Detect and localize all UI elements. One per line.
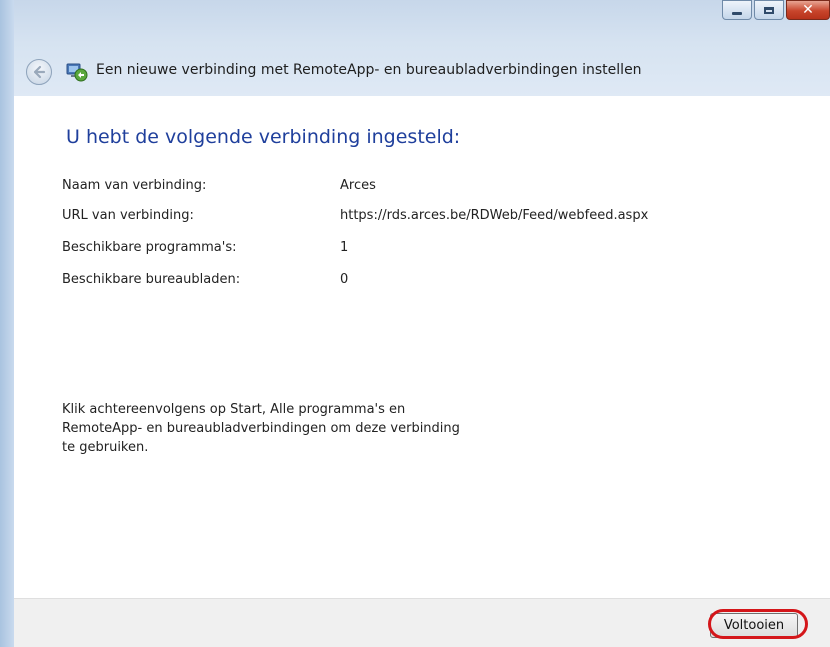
connection-name-label: Naam van verbinding: bbox=[62, 178, 207, 193]
usage-instructions: Klik achtereenvolgens op Start, Alle pro… bbox=[62, 402, 460, 455]
available-desktops-value: 0 bbox=[340, 272, 349, 287]
connection-url-label: URL van verbinding: bbox=[62, 208, 194, 223]
wizard-title: Een nieuwe verbinding met RemoteApp- en … bbox=[96, 62, 642, 78]
page-heading: U hebt de volgende verbinding ingesteld: bbox=[66, 126, 461, 148]
caption-buttons: ✕ bbox=[720, 0, 830, 22]
back-button[interactable] bbox=[26, 59, 52, 85]
close-button[interactable]: ✕ bbox=[786, 0, 830, 20]
remoteapp-connection-icon bbox=[66, 63, 88, 82]
maximize-button[interactable] bbox=[754, 0, 784, 20]
connection-url-value: https://rds.arces.be/RDWeb/Feed/webfeed.… bbox=[340, 208, 649, 223]
title-bar: ✕ Een nieuwe verbinding met RemoteApp- e… bbox=[0, 0, 830, 96]
wizard-footer: Voltooien bbox=[14, 598, 830, 647]
window-frame-left bbox=[0, 0, 14, 647]
minimize-button[interactable] bbox=[722, 0, 752, 20]
available-programs-label: Beschikbare programma's: bbox=[62, 240, 237, 255]
minimize-icon bbox=[732, 11, 742, 15]
maximize-icon bbox=[764, 6, 774, 14]
close-icon: ✕ bbox=[802, 2, 814, 18]
finish-button[interactable]: Voltooien bbox=[710, 613, 798, 638]
available-programs-value: 1 bbox=[340, 240, 349, 255]
wizard-content: U hebt de volgende verbinding ingesteld:… bbox=[14, 96, 830, 598]
wizard-window: ✕ Een nieuwe verbinding met RemoteApp- e… bbox=[0, 0, 830, 647]
connection-name-value: Arces bbox=[340, 178, 376, 193]
back-arrow-icon bbox=[33, 65, 46, 79]
available-desktops-label: Beschikbare bureaubladen: bbox=[62, 272, 241, 287]
